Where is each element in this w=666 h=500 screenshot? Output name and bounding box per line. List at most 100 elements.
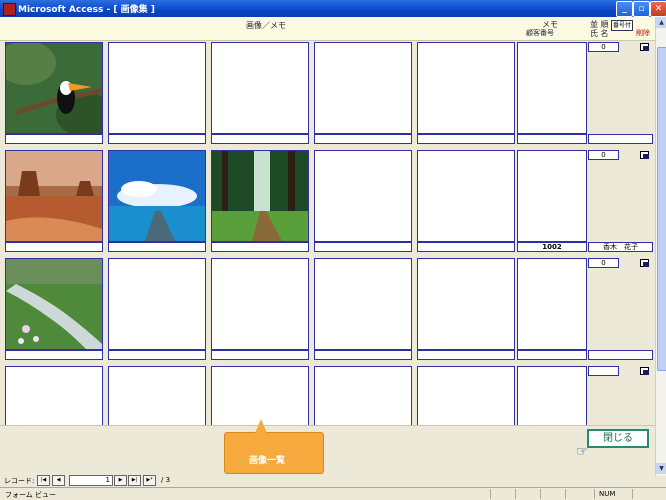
close-window-button[interactable]: ✕ [650,1,666,17]
image-cell[interactable] [211,258,309,350]
image-cell[interactable] [5,42,103,134]
status-divider [632,489,633,499]
image-cell[interactable] [5,150,103,242]
image-caption-field[interactable] [211,134,309,144]
close-form-button[interactable]: 閉じる [587,429,649,448]
customer-number-field[interactable] [517,350,587,360]
image-list-callout: 画像一覧 [224,419,324,474]
numbering-button[interactable]: 番号付 [611,20,633,31]
image-cell[interactable] [314,258,412,350]
image-cell[interactable] [108,150,206,242]
record-label: レコード: [4,477,35,485]
current-record-input[interactable]: 1 [69,475,113,486]
image-caption-field[interactable] [211,242,309,252]
form-footer: 画像一覧 閉じる ☞ [0,419,655,476]
memo-field[interactable] [517,258,587,350]
memo-field[interactable] [517,150,587,242]
order-number-field[interactable] [588,366,619,376]
status-divider [540,489,541,499]
record-navigator: レコード: |◀ ◀ 1 ▶ ▶| ▶* / 3 [0,475,655,486]
image-caption-field[interactable] [314,134,412,144]
image-cell[interactable] [211,42,309,134]
image-cell[interactable] [417,42,515,134]
status-divider [594,489,595,499]
name-label: 氏 名 [590,29,609,38]
access-app-icon[interactable] [3,3,16,16]
image-cell[interactable] [108,42,206,134]
image-cell[interactable] [314,150,412,242]
customer-number-field[interactable]: 1002 [517,242,587,252]
scroll-down-arrow-icon[interactable]: ▼ [656,463,666,474]
memo-field[interactable] [517,366,587,425]
status-divider [565,489,566,499]
delete-icon[interactable] [640,151,649,159]
image-caption-field[interactable] [5,134,103,144]
image-cell[interactable] [5,258,103,350]
desert-butte-image [6,151,102,241]
image-caption-field[interactable] [417,350,515,360]
image-cell[interactable] [211,366,309,425]
name-field[interactable] [588,134,653,144]
pointing-hand-icon: ☞ [576,444,589,460]
first-record-button[interactable]: |◀ [37,475,50,486]
image-caption-field[interactable] [108,350,206,360]
form-header: 画像／メモ メモ 顧客番号 並 順 番号付 氏 名 削除 [0,17,655,41]
order-number-field[interactable]: 0 [588,42,619,52]
record-row: 0 [3,41,655,149]
image-caption-field[interactable] [417,242,515,252]
toucan-image [6,43,102,133]
title-bar: Microsoft Access - [ 画像集 ] _ ▫ ✕ [0,0,666,17]
next-record-button[interactable]: ▶ [114,475,127,486]
record-total: / 3 [161,476,171,484]
forest-path-image [212,151,308,241]
image-caption-field[interactable] [211,350,309,360]
name-field[interactable] [588,350,653,360]
image-cell[interactable] [108,258,206,350]
meadow-stream-image [6,259,102,349]
scroll-thumb[interactable] [657,47,666,371]
record-row: 1002 0 香木 花子 [3,149,655,257]
image-caption-field[interactable] [108,242,206,252]
record-row: 0 [3,257,655,365]
memo-field[interactable] [517,42,587,134]
image-memo-label: 画像／メモ [246,21,286,30]
customer-number-label: 顧客番号 [526,29,554,37]
image-cell[interactable] [314,42,412,134]
delete-icon[interactable] [640,367,649,375]
last-record-button[interactable]: ▶| [128,475,141,486]
name-field[interactable]: 香木 花子 [588,242,653,252]
image-caption-field[interactable] [5,242,103,252]
previous-record-button[interactable]: ◀ [52,475,65,486]
restore-button[interactable]: ▫ [633,1,650,17]
image-cell[interactable] [417,258,515,350]
image-cell[interactable] [417,150,515,242]
ocean-pier-image [109,151,205,241]
image-cell[interactable] [211,150,309,242]
delete-icon[interactable] [640,259,649,267]
window-title: Microsoft Access - [ 画像集 ] [18,5,155,15]
delete-icon[interactable] [640,43,649,51]
detail-section: 0 1002 0 香木 花子 0 [0,41,655,425]
image-caption-field[interactable] [5,350,103,360]
order-number-field[interactable]: 0 [588,258,619,268]
callout-text: 画像一覧 [249,456,286,466]
image-cell[interactable] [314,366,412,425]
vertical-scrollbar[interactable]: ▲ ▼ [655,17,666,476]
minimize-button[interactable]: _ [616,1,633,17]
scroll-up-arrow-icon[interactable]: ▲ [656,17,666,28]
new-record-row [3,365,655,425]
status-divider [490,489,491,499]
status-divider [515,489,516,499]
image-cell[interactable] [417,366,515,425]
image-cell[interactable] [5,366,103,425]
order-number-field[interactable]: 0 [588,150,619,160]
image-caption-field[interactable] [417,134,515,144]
image-caption-field[interactable] [314,242,412,252]
image-caption-field[interactable] [314,350,412,360]
num-lock-indicator: NUM [599,490,616,498]
new-record-button[interactable]: ▶* [143,475,156,486]
image-caption-field[interactable] [108,134,206,144]
status-bar: フォーム ビュー NUM [0,487,666,500]
customer-number-field[interactable] [517,134,587,144]
image-cell[interactable] [108,366,206,425]
